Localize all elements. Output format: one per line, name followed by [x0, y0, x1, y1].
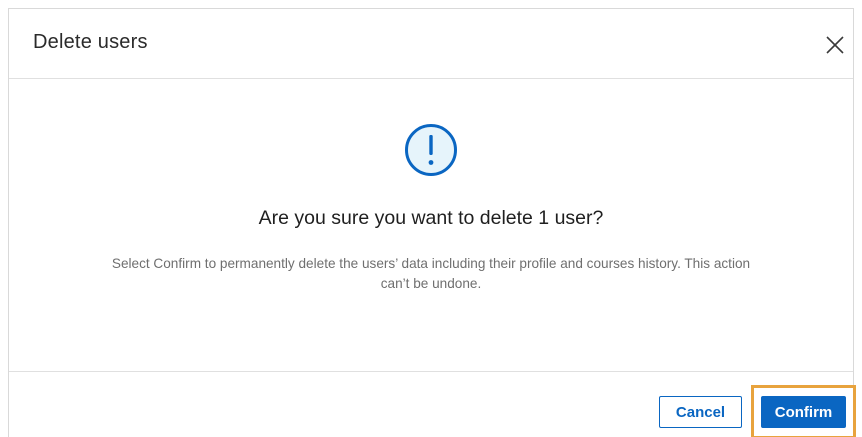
confirmation-question: Are you sure you want to delete 1 user? [258, 207, 604, 229]
dialog-footer: Cancel Confirm [9, 371, 856, 437]
delete-users-dialog: Delete users Are you sure you want to de… [8, 8, 856, 437]
close-button[interactable] [819, 29, 851, 61]
dialog-header: Delete users [9, 9, 853, 79]
page: Delete users Are you sure you want to de… [0, 0, 862, 437]
confirm-button[interactable]: Confirm [761, 396, 846, 428]
confirmation-description: Select Confirm to permanently delete the… [111, 256, 751, 291]
cancel-button[interactable]: Cancel [659, 396, 742, 428]
close-icon [826, 36, 844, 54]
dialog-body: Are you sure you want to delete 1 user? … [9, 79, 853, 371]
exclamation-circle-icon [405, 124, 457, 176]
dialog-title: Delete users [33, 31, 148, 53]
